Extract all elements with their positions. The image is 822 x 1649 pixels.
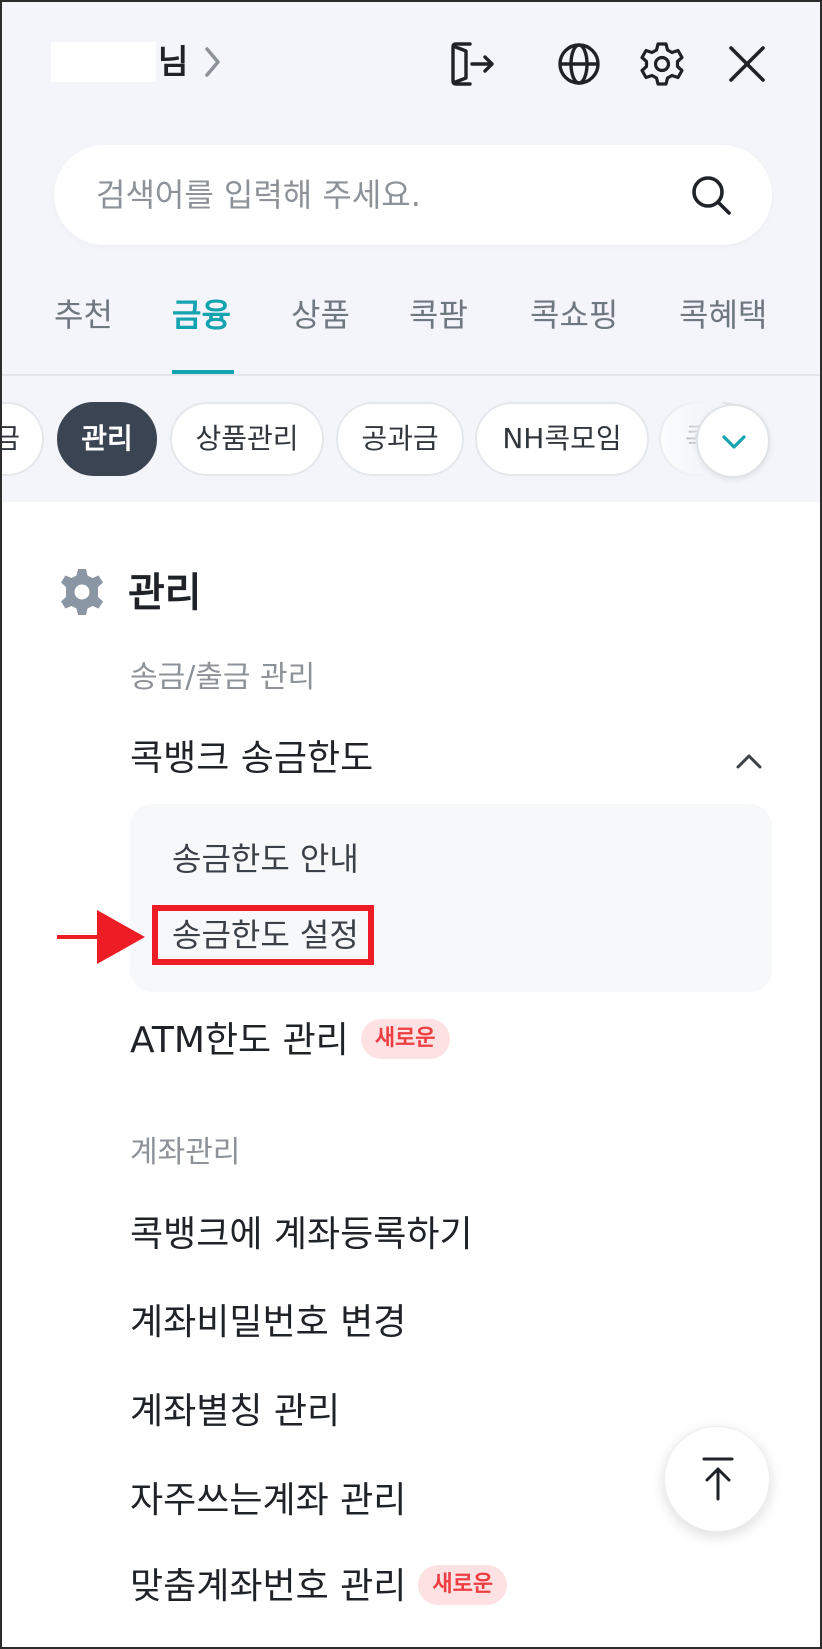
expand-chips-button[interactable] (696, 404, 770, 478)
user-name-redacted[interactable] (51, 42, 156, 82)
menu-item-account-nickname[interactable]: 계좌별칭 관리 (130, 1389, 340, 1435)
close-icon[interactable] (721, 38, 773, 90)
chip-manage[interactable]: 관리 (57, 402, 157, 476)
app-frame: 님 검색어를 입력해 주세요. 추천 금융 상품 콕팜 콕쇼핑 콕혜택 관리 상… (0, 0, 822, 1649)
search-bar[interactable]: 검색어를 입력해 주세요. (54, 145, 772, 245)
menu-item-custom-account-number[interactable]: 맞춤계좌번호 관리 새로운 (130, 1564, 508, 1610)
search-input[interactable]: 검색어를 입력해 주세요. (96, 175, 421, 215)
tab-kokbenefit[interactable]: 콕혜택 (679, 293, 767, 337)
menu-item-register-account[interactable]: 콕뱅크에 계좌등록하기 (130, 1212, 473, 1258)
menu-item-label: ATM한도 관리 (130, 1020, 349, 1061)
search-icon[interactable] (688, 172, 734, 218)
scroll-to-top-button[interactable] (664, 1426, 770, 1532)
chevron-down-icon (722, 435, 746, 449)
group-heading-account: 계좌관리 (130, 1135, 241, 1170)
chip-utility-bills[interactable]: 공과금 (336, 402, 464, 476)
tabs-divider (2, 374, 820, 376)
gear-icon (61, 569, 103, 615)
chevron-up-icon[interactable] (735, 752, 763, 770)
category-tabs: 추천 금융 상품 콕팜 콕쇼핑 콕혜택 (2, 287, 820, 375)
chip-partial-left[interactable]: 금 (2, 402, 44, 476)
tab-kokshopping[interactable]: 콕쇼핑 (530, 293, 618, 337)
annotation-highlight-box (152, 905, 374, 965)
settings-icon[interactable] (636, 38, 688, 90)
globe-icon[interactable] (553, 38, 605, 90)
tab-products[interactable]: 상품 (291, 293, 350, 337)
tab-kokfarm[interactable]: 콕팜 (409, 293, 468, 337)
new-badge: 새로운 (418, 1565, 508, 1605)
tab-finance[interactable]: 금융 (172, 293, 231, 337)
tab-recommend[interactable]: 추천 (54, 293, 113, 337)
menu-item-change-password[interactable]: 계좌비밀번호 변경 (130, 1300, 406, 1346)
user-name-suffix[interactable]: 님 (158, 40, 188, 84)
arrow-up-icon (702, 1457, 734, 1501)
submenu-item-limit-info[interactable]: 송금한도 안내 (172, 838, 359, 880)
group-heading-transfer: 송금/출금 관리 (130, 660, 316, 695)
chevron-right-icon[interactable] (203, 46, 223, 78)
menu-item-transfer-limit[interactable]: 콕뱅크 송금한도 (130, 736, 373, 782)
annotation-arrow-icon (57, 910, 145, 964)
section-title: 관리 (128, 570, 202, 616)
chip-product-manage[interactable]: 상품관리 (170, 402, 324, 476)
top-panel: 님 검색어를 입력해 주세요. 추천 금융 상품 콕팜 콕쇼핑 콕혜택 관리 상… (2, 2, 820, 502)
menu-item-label: 맞춤계좌번호 관리 (130, 1566, 407, 1607)
logout-icon[interactable] (444, 38, 496, 90)
chip-nh-kokmoim[interactable]: NH콕모임 (475, 402, 649, 476)
new-badge: 새로운 (360, 1019, 450, 1059)
menu-item-frequent-accounts[interactable]: 자주쓰는계좌 관리 (130, 1478, 406, 1524)
menu-item-atm-limit[interactable]: ATM한도 관리 새로운 (130, 1018, 450, 1064)
